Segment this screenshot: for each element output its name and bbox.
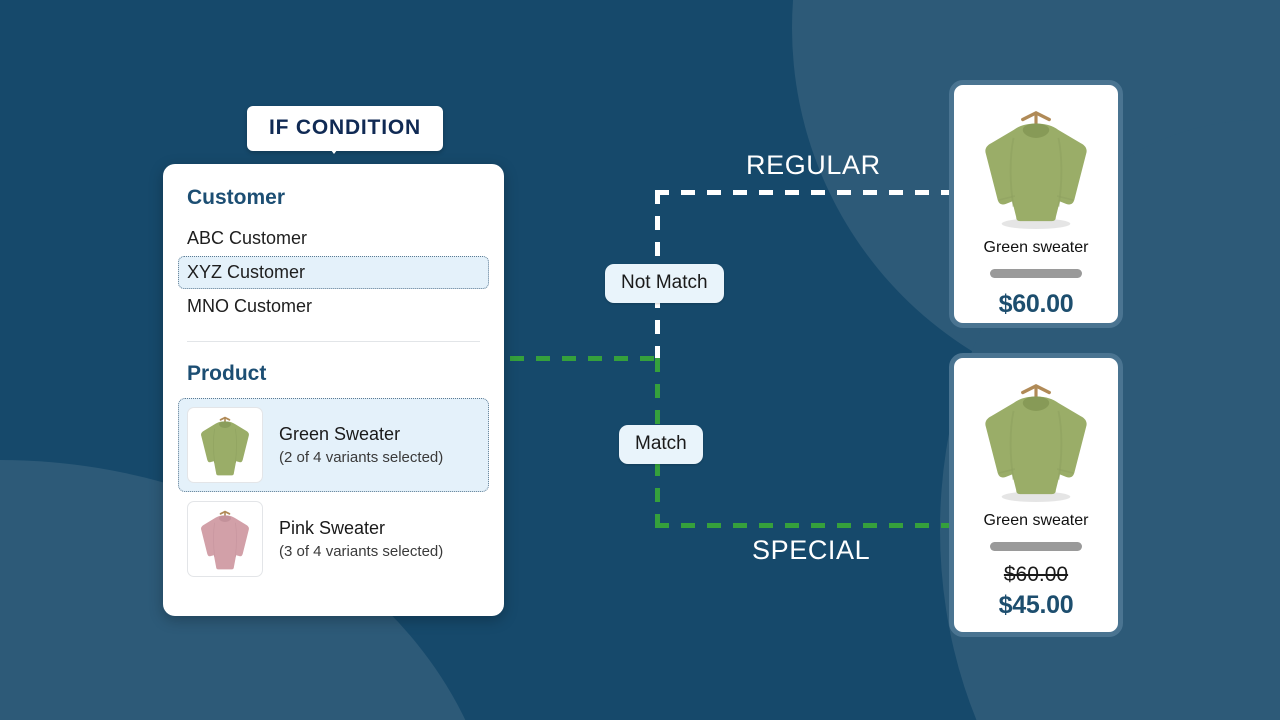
pink-sweater-thumbnail-icon	[187, 501, 263, 577]
result-card-old-price: $60.00	[1003, 563, 1069, 586]
connector-condition-to-branch	[510, 356, 660, 361]
customer-option-label: XYZ Customer	[187, 262, 306, 282]
if-condition-tag-pointer	[324, 141, 344, 154]
result-card-special[interactable]: Green sweater $60.00 $45.00	[949, 353, 1123, 637]
not-match-badge[interactable]: Not Match	[605, 264, 724, 303]
customer-option-xyz[interactable]: XYZ Customer	[178, 256, 489, 289]
connector-special-branch	[655, 523, 955, 528]
result-card-title: Green sweater	[983, 239, 1089, 256]
product-name: Green Sweater	[279, 424, 401, 444]
customer-option-mno[interactable]: MNO Customer	[178, 290, 489, 323]
connector-regular-branch	[655, 190, 955, 195]
result-card-regular[interactable]: Green sweater $60.00	[949, 80, 1123, 328]
diagram-canvas: REGULAR SPECIAL Not Match Match IF CONDI…	[0, 0, 1280, 720]
result-card-price: $60.00	[998, 290, 1074, 318]
customer-option-label: MNO Customer	[187, 296, 313, 316]
result-card-divider-bar	[990, 269, 1082, 278]
result-card-title: Green sweater	[983, 512, 1089, 529]
match-badge[interactable]: Match	[619, 425, 703, 464]
product-option-pink-sweater[interactable]: Pink Sweater (3 of 4 variants selected)	[178, 492, 489, 586]
product-variants: (3 of 4 variants selected)	[279, 543, 444, 560]
green-sweater-product-icon	[964, 374, 1108, 506]
product-option-text: Pink Sweater (3 of 4 variants selected)	[279, 518, 443, 560]
product-option-text: Green Sweater (2 of 4 variants selected)	[279, 424, 443, 466]
product-option-green-sweater[interactable]: Green Sweater (2 of 4 variants selected)	[178, 398, 489, 492]
special-branch-label: SPECIAL	[752, 535, 871, 565]
result-card-divider-bar	[990, 542, 1082, 551]
panel-divider	[187, 341, 480, 342]
product-variants: (2 of 4 variants selected)	[279, 449, 444, 466]
customer-option-label: ABC Customer	[187, 228, 308, 248]
product-name: Pink Sweater	[279, 518, 386, 538]
product-section-title: Product	[187, 362, 267, 385]
if-condition-tag: IF CONDITION	[247, 106, 443, 151]
green-sweater-thumbnail-icon	[187, 407, 263, 483]
customer-option-abc[interactable]: ABC Customer	[178, 222, 489, 255]
result-card-price: $45.00	[998, 591, 1074, 619]
condition-panel: Customer ABC Customer XYZ Customer MNO C…	[163, 164, 504, 616]
green-sweater-product-icon	[964, 101, 1108, 233]
regular-branch-label: REGULAR	[746, 150, 881, 180]
customer-section-title: Customer	[187, 186, 286, 209]
